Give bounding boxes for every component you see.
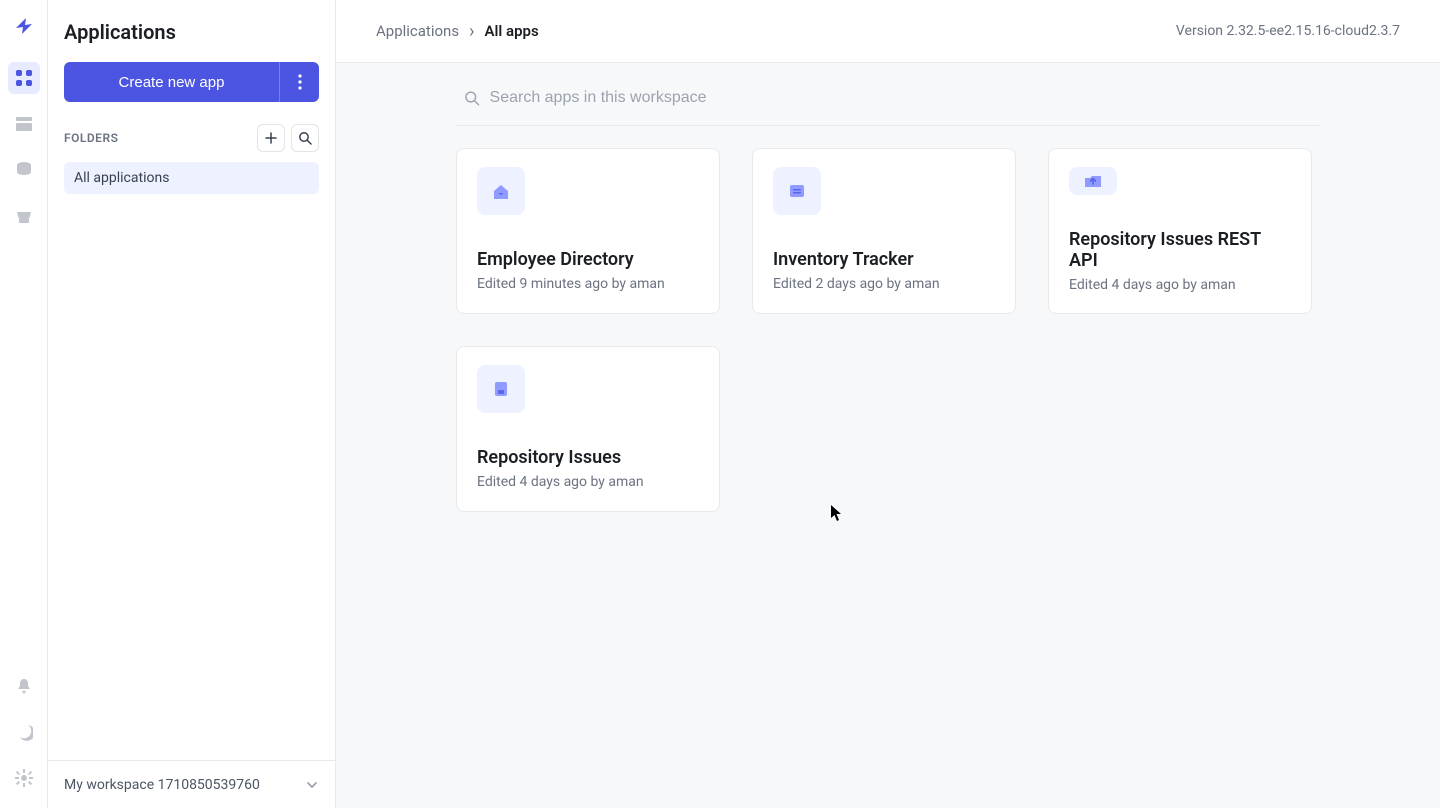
version-label: Version 2.32.5-ee2.15.16-cloud2.3.7 <box>1176 23 1400 39</box>
topbar: Applications › All apps Version 2.32.5-e… <box>336 0 1440 63</box>
app-meta: Edited 4 days ago by aman <box>1069 277 1291 293</box>
breadcrumb-current: All apps <box>484 22 538 40</box>
folder-all-applications[interactable]: All applications <box>64 162 319 194</box>
app-title: Repository Issues REST API <box>1069 229 1291 271</box>
app-title: Employee Directory <box>477 249 699 270</box>
chevron-down-icon <box>305 778 319 792</box>
more-vertical-icon <box>298 74 302 90</box>
app-icon <box>1069 167 1117 195</box>
app-title: Repository Issues <box>477 447 699 468</box>
nav-rail <box>0 0 48 808</box>
chevron-right-icon: › <box>469 21 474 41</box>
app-card[interactable]: Repository Issues Edited 4 days ago by am… <box>456 346 720 512</box>
app-card[interactable]: Employee Directory Edited 9 minutes ago b… <box>456 148 720 314</box>
workspace-switcher[interactable]: My workspace 1710850539760 <box>48 760 335 808</box>
app-icon <box>477 365 525 413</box>
search-folders-button[interactable] <box>291 124 319 152</box>
create-app-more-button[interactable] <box>279 62 319 102</box>
nav-tables-icon[interactable] <box>8 108 40 140</box>
nav-apps-icon[interactable] <box>8 62 40 94</box>
logo <box>8 10 40 42</box>
nav-theme-icon[interactable] <box>8 716 40 748</box>
side-panel: Applications Create new app FOLDERS All … <box>48 0 336 808</box>
app-icon <box>773 167 821 215</box>
create-app-button[interactable]: Create new app <box>64 62 279 102</box>
search-input[interactable] <box>490 89 1320 107</box>
nav-database-icon[interactable] <box>8 154 40 186</box>
breadcrumb-root[interactable]: Applications <box>376 22 459 40</box>
folder-label: All applications <box>74 170 169 186</box>
panel-title: Applications <box>64 20 319 44</box>
app-icon <box>477 167 525 215</box>
nav-settings-icon[interactable] <box>8 762 40 794</box>
app-meta: Edited 4 days ago by aman <box>477 474 699 490</box>
search-icon <box>464 90 480 106</box>
plus-icon <box>265 132 277 144</box>
workspace-name: My workspace 1710850539760 <box>64 777 260 793</box>
app-meta: Edited 2 days ago by aman <box>773 276 995 292</box>
folders-label: FOLDERS <box>64 131 118 145</box>
nav-marketplace-icon[interactable] <box>8 200 40 232</box>
nav-notifications-icon[interactable] <box>8 670 40 702</box>
app-card[interactable]: Repository Issues REST API Edited 4 days … <box>1048 148 1312 314</box>
app-title: Inventory Tracker <box>773 249 995 270</box>
add-folder-button[interactable] <box>257 124 285 152</box>
search-icon <box>298 131 312 145</box>
app-meta: Edited 9 minutes ago by aman <box>477 276 699 292</box>
breadcrumb: Applications › All apps <box>376 21 539 41</box>
search-bar[interactable] <box>456 89 1320 126</box>
app-card[interactable]: Inventory Tracker Edited 2 days ago by am… <box>752 148 1016 314</box>
